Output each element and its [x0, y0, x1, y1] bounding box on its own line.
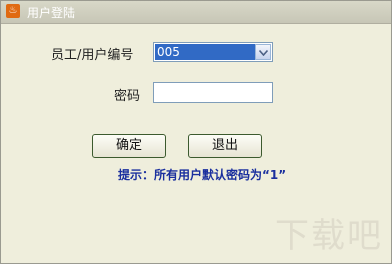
confirm-button[interactable]: 确定 [92, 134, 166, 158]
chevron-down-icon [259, 50, 268, 56]
user-id-combobox[interactable]: 005 [153, 42, 273, 62]
password-hint: 提示：所有用户默认密码为“1” [118, 168, 287, 182]
dropdown-button[interactable] [255, 44, 271, 60]
password-label: 密码 [114, 89, 141, 104]
exit-button[interactable]: 退出 [188, 134, 262, 158]
user-id-label: 员工/用户编号 [51, 48, 134, 63]
watermark-logo: 下载吧 [275, 216, 383, 256]
title-bar: ♨ 用户登陆 [1, 1, 391, 24]
user-id-value: 005 [155, 44, 255, 60]
login-window: ♨ 用户登陆 员工/用户编号 005 密码 确定 退出 提示：所有用户默认密码为… [0, 0, 392, 264]
window-title: 用户登陆 [27, 6, 76, 20]
app-logo-icon: ♨ [6, 4, 20, 18]
password-input[interactable] [153, 82, 273, 103]
